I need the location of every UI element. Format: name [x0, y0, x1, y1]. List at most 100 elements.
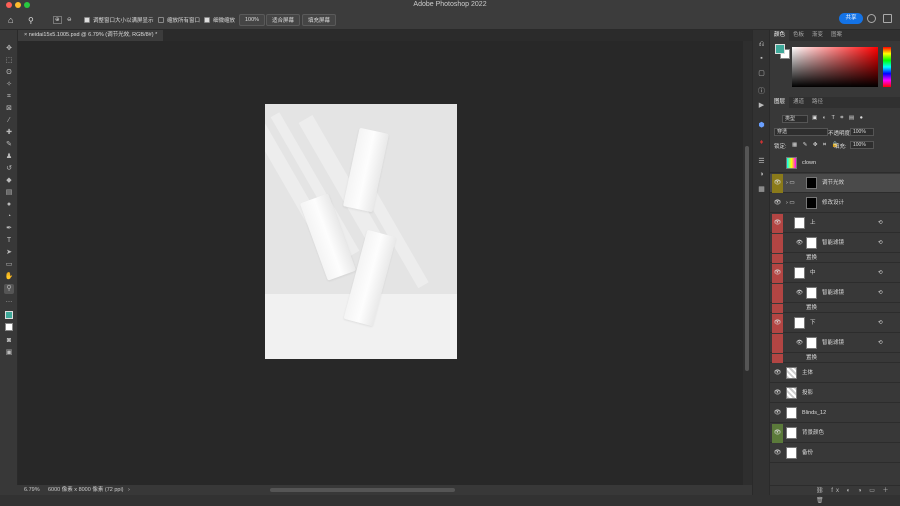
frame-tool-icon[interactable]: ⊠ [4, 104, 14, 114]
layer-row[interactable]: 👁 背景颜色 [770, 424, 900, 443]
layer-row[interactable]: 👁 智能滤镜 ⟲ [770, 234, 900, 253]
document-tab[interactable]: × neidai15x5.1005.psd @ 6.79% (调节光效, RGB… [18, 30, 164, 41]
layer-name[interactable]: 背景颜色 [802, 424, 824, 443]
history-brush-icon[interactable]: ↺ [4, 164, 14, 174]
screen-mode-icon[interactable]: ▣ [4, 348, 14, 358]
filter-mask-thumbnail[interactable] [806, 237, 817, 249]
zoom-tool-icon[interactable]: ⚲ [28, 14, 34, 26]
layer-name[interactable]: 置换 [806, 254, 817, 263]
document-canvas[interactable] [265, 104, 457, 359]
layer-name[interactable]: 置换 [806, 354, 817, 363]
eyedropper-icon[interactable]: ⁄ [4, 116, 14, 126]
zoom-100-button[interactable]: 100% [239, 14, 266, 26]
visibility-eye-icon[interactable]: 👁 [772, 424, 783, 443]
layer-row[interactable]: 👁 主体 [770, 364, 900, 383]
actions-icon[interactable]: ▶ [757, 100, 766, 109]
brushes-icon[interactable]: ▦ [757, 184, 766, 193]
tab-layers[interactable]: 图层 [770, 97, 790, 108]
checkbox-icon[interactable] [204, 17, 210, 23]
layer-thumbnail[interactable] [786, 407, 797, 419]
layer-name[interactable]: 投影 [802, 384, 813, 403]
layer-name[interactable]: 下 [810, 314, 816, 333]
layer-row[interactable]: clown [770, 154, 900, 173]
layer-row[interactable]: 置换 [770, 354, 900, 363]
quick-mask-icon[interactable]: ◙ [4, 336, 14, 346]
visibility-eye-icon[interactable]: 👁 [772, 314, 783, 333]
filter-mask-thumbnail[interactable] [806, 287, 817, 299]
layer-row[interactable]: 👁 智能滤镜 ⟲ [770, 284, 900, 303]
layer-name[interactable]: 调节光效 [822, 174, 844, 193]
layer-row[interactable]: 👁 投影 [770, 384, 900, 403]
layer-thumbnail[interactable] [786, 157, 797, 169]
comments-icon[interactable]: ▢ [757, 68, 766, 77]
tab-gradients[interactable]: 渐变 [808, 30, 827, 41]
visibility-eye-icon[interactable] [772, 154, 783, 173]
layer-name[interactable]: Blinds_12 [802, 404, 826, 423]
horizontal-scroll-thumb[interactable] [270, 488, 455, 492]
folder-icon[interactable]: › ▭ [786, 180, 795, 186]
layer-row[interactable]: 👁 中 ⟲ [770, 264, 900, 283]
zoom-out-icon[interactable]: ⊖ [67, 14, 72, 26]
layer-thumbnail[interactable] [786, 367, 797, 379]
layer-name[interactable]: 置换 [806, 304, 817, 313]
layer-thumbnail[interactable] [794, 267, 805, 279]
type-tool-icon[interactable]: T [4, 236, 14, 246]
tab-color[interactable]: 颜色 [770, 30, 790, 41]
fill-input[interactable]: 100% [850, 141, 874, 149]
path-selection-icon[interactable]: ➤ [4, 248, 14, 258]
hue-slider[interactable] [883, 47, 891, 87]
filter-eye-icon[interactable]: 👁 [796, 290, 803, 296]
foreground-color-swatch[interactable] [4, 310, 14, 320]
visibility-eye-icon[interactable]: 👁 [772, 364, 783, 383]
lasso-tool-icon[interactable]: ʘ [4, 68, 14, 78]
vertical-scroll-thumb[interactable] [745, 146, 749, 371]
layer-name[interactable]: 智能滤镜 [822, 284, 844, 303]
tab-channels[interactable]: 通道 [789, 97, 808, 108]
share-button[interactable]: 共享 [839, 13, 863, 24]
layer-filter-select[interactable]: 类型 [782, 115, 808, 123]
filter-eye-icon[interactable]: 👁 [796, 340, 803, 346]
layer-name[interactable]: 智能滤镜 [822, 334, 844, 353]
crop-tool-icon[interactable]: ⌗ [4, 92, 14, 102]
plugin-icon[interactable]: ♦ [757, 138, 766, 147]
filter-eye-icon[interactable]: 👁 [796, 240, 803, 246]
adjustments-icon[interactable]: ☰ [757, 156, 766, 165]
layer-action-icons[interactable]: ⛓ fx ◐ ◑ ▭ ＋ 🗑 [816, 486, 900, 506]
resize-windows-checkbox[interactable]: 调整窗口大小以满屏显示 [84, 14, 154, 26]
more-tools-icon[interactable]: … [4, 296, 14, 306]
move-tool-icon[interactable]: ✥ [4, 44, 14, 54]
vertical-scrollbar[interactable] [743, 41, 752, 485]
filter-mask-thumbnail[interactable] [806, 337, 817, 349]
tab-patterns[interactable]: 图案 [827, 30, 846, 41]
info-icon[interactable]: ⓘ [757, 86, 766, 95]
shape-tool-icon[interactable]: ▭ [4, 260, 14, 270]
layer-thumbnail[interactable] [786, 387, 797, 399]
layer-row[interactable]: 👁 › ▭ 调节光效 [770, 174, 900, 193]
close-tab-icon[interactable]: × [24, 32, 27, 38]
stamp-tool-icon[interactable]: ♟ [4, 152, 14, 162]
eraser-icon[interactable]: ◆ [4, 176, 14, 186]
hand-tool-icon[interactable]: ✋ [4, 272, 14, 282]
opacity-input[interactable]: 100% [850, 128, 874, 136]
pen-tool-icon[interactable]: ✒ [4, 224, 14, 234]
layer-thumbnail[interactable] [786, 447, 797, 459]
status-menu-icon[interactable]: › [128, 485, 130, 495]
checkbox-icon[interactable] [84, 17, 90, 23]
visibility-eye-icon[interactable]: 👁 [772, 174, 783, 193]
saturation-brightness-field[interactable] [792, 47, 878, 87]
scrubby-zoom-checkbox[interactable]: 细微缩放 [204, 14, 235, 26]
fit-screen-button[interactable]: 适合屏幕 [266, 14, 301, 26]
layer-row[interactable]: 👁 备份 [770, 444, 900, 463]
filter-icons[interactable]: ▣ ◐ T ⌗ ▤ ● [812, 115, 865, 122]
visibility-eye-icon[interactable]: 👁 [772, 264, 783, 283]
zoom-in-icon[interactable]: ⊕ [53, 14, 62, 26]
dodge-tool-icon[interactable]: ◔ [4, 212, 14, 222]
layer-name[interactable]: 中 [810, 264, 816, 283]
checkbox-icon[interactable] [158, 17, 164, 23]
folder-icon[interactable]: › ▭ [786, 200, 795, 206]
visibility-eye-icon[interactable]: 👁 [772, 444, 783, 463]
layer-mask-thumbnail[interactable] [806, 177, 817, 189]
background-color-swatch[interactable] [4, 322, 14, 332]
properties-icon[interactable]: ▪ [757, 54, 766, 63]
visibility-eye-icon[interactable]: 👁 [772, 214, 783, 233]
